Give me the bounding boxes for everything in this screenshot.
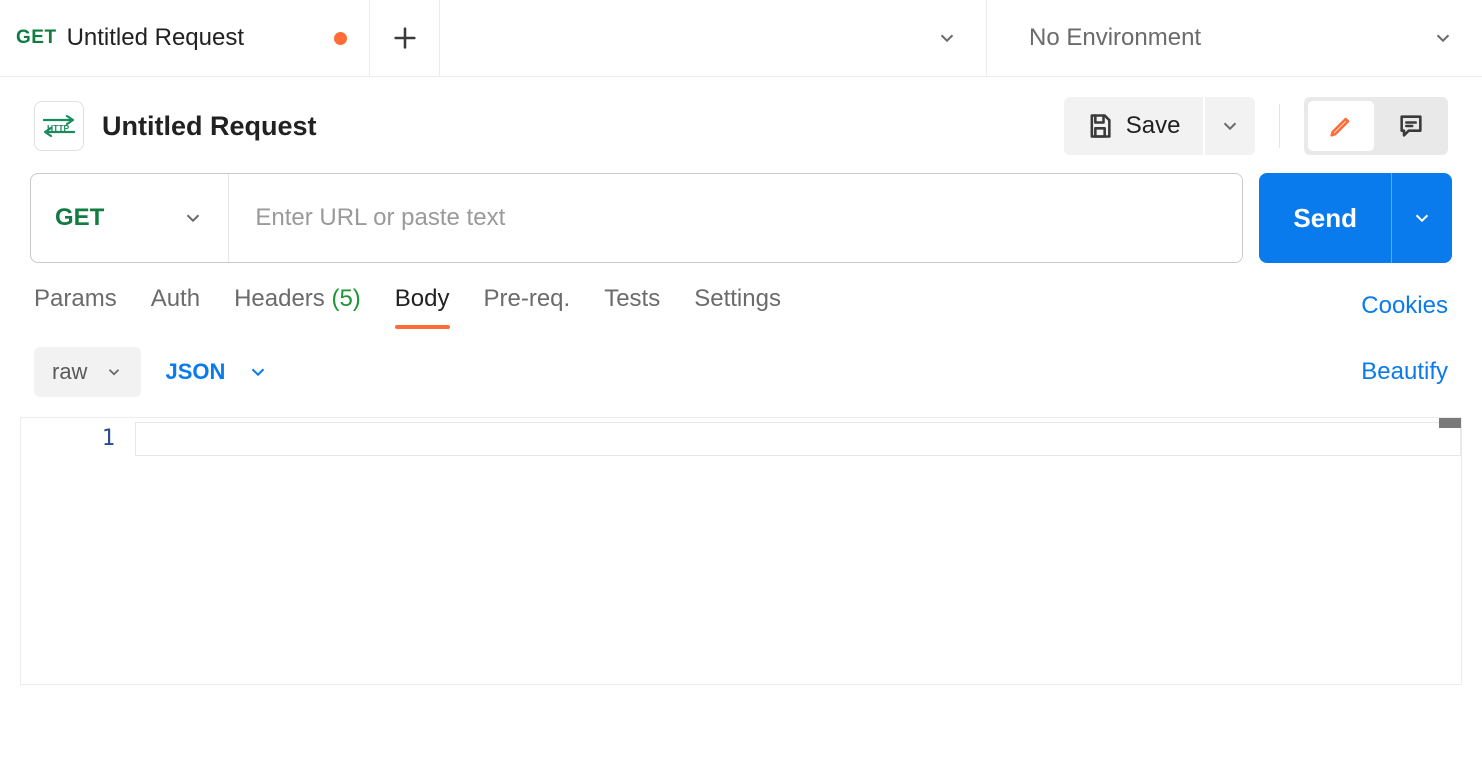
body-mode-label: raw	[52, 359, 87, 385]
body-mode-select[interactable]: raw	[34, 347, 141, 397]
svg-text:HTTP: HTTP	[47, 123, 70, 133]
editor-gutter: 1	[21, 418, 135, 684]
tab-prerequest[interactable]: Pre-req.	[484, 285, 571, 327]
chevron-down-icon	[1432, 27, 1454, 49]
save-dropdown-button[interactable]	[1205, 97, 1255, 155]
url-bar: GET Send	[0, 173, 1482, 263]
tab-body[interactable]: Body	[395, 285, 450, 327]
comment-mode-button[interactable]	[1378, 101, 1444, 151]
tab-tests[interactable]: Tests	[604, 285, 660, 327]
tab-method-badge: GET	[16, 27, 57, 49]
comment-icon	[1397, 112, 1425, 140]
chevron-down-icon	[182, 207, 204, 229]
tabs-overflow-button[interactable]	[440, 0, 987, 76]
method-label: GET	[55, 204, 104, 232]
send-dropdown-button[interactable]	[1392, 173, 1452, 263]
environment-selector[interactable]: No Environment	[987, 0, 1482, 76]
request-tab-active[interactable]: GET Untitled Request	[0, 0, 370, 76]
new-tab-button[interactable]	[370, 0, 440, 76]
environment-label: No Environment	[1029, 24, 1201, 52]
body-type-row: raw JSON Beautify	[0, 327, 1482, 411]
chevron-down-icon	[247, 361, 269, 383]
tab-settings[interactable]: Settings	[694, 285, 781, 327]
send-button[interactable]: Send	[1259, 173, 1392, 263]
send-label: Send	[1293, 203, 1357, 234]
url-input[interactable]	[229, 174, 1242, 262]
method-select[interactable]: GET	[31, 174, 229, 262]
body-language-label: JSON	[165, 359, 225, 385]
beautify-link[interactable]: Beautify	[1361, 358, 1448, 386]
editor-current-line[interactable]	[135, 422, 1461, 456]
chevron-down-icon	[1219, 115, 1241, 137]
tab-bar: GET Untitled Request No Environment	[0, 0, 1482, 77]
body-language-select[interactable]: JSON	[165, 359, 269, 385]
chevron-down-icon	[936, 27, 958, 49]
edit-mode-button[interactable]	[1308, 101, 1374, 151]
cookies-link[interactable]: Cookies	[1361, 292, 1448, 320]
tab-title: Untitled Request	[67, 24, 244, 52]
tab-auth[interactable]: Auth	[151, 285, 200, 327]
send-button-group: Send	[1259, 173, 1452, 263]
url-box: GET	[30, 173, 1243, 263]
save-icon	[1086, 112, 1114, 140]
chevron-down-icon	[105, 363, 123, 381]
body-editor[interactable]: 1	[20, 417, 1462, 685]
scrollbar-thumb[interactable]	[1439, 418, 1461, 428]
save-button-group: Save	[1064, 97, 1255, 155]
plus-icon	[391, 24, 419, 52]
save-label: Save	[1126, 112, 1181, 140]
unsaved-indicator-icon	[334, 32, 347, 45]
gutter-line-number: 1	[21, 426, 115, 451]
chevron-down-icon	[1411, 207, 1433, 229]
request-name[interactable]: Untitled Request	[102, 111, 317, 142]
tab-headers[interactable]: Headers (5)	[234, 285, 361, 327]
headers-count: (5)	[331, 285, 360, 312]
tab-params[interactable]: Params	[34, 285, 117, 327]
separator	[1279, 104, 1281, 148]
view-mode-toggle	[1304, 97, 1448, 155]
request-subtabs: Params Auth Headers (5) Body Pre-req. Te…	[0, 263, 1482, 327]
request-header: HTTP Untitled Request Save	[0, 77, 1482, 173]
save-button[interactable]: Save	[1064, 97, 1205, 155]
pencil-icon	[1327, 112, 1355, 140]
header-actions: Save	[1064, 97, 1448, 155]
http-protocol-icon: HTTP	[34, 101, 84, 151]
